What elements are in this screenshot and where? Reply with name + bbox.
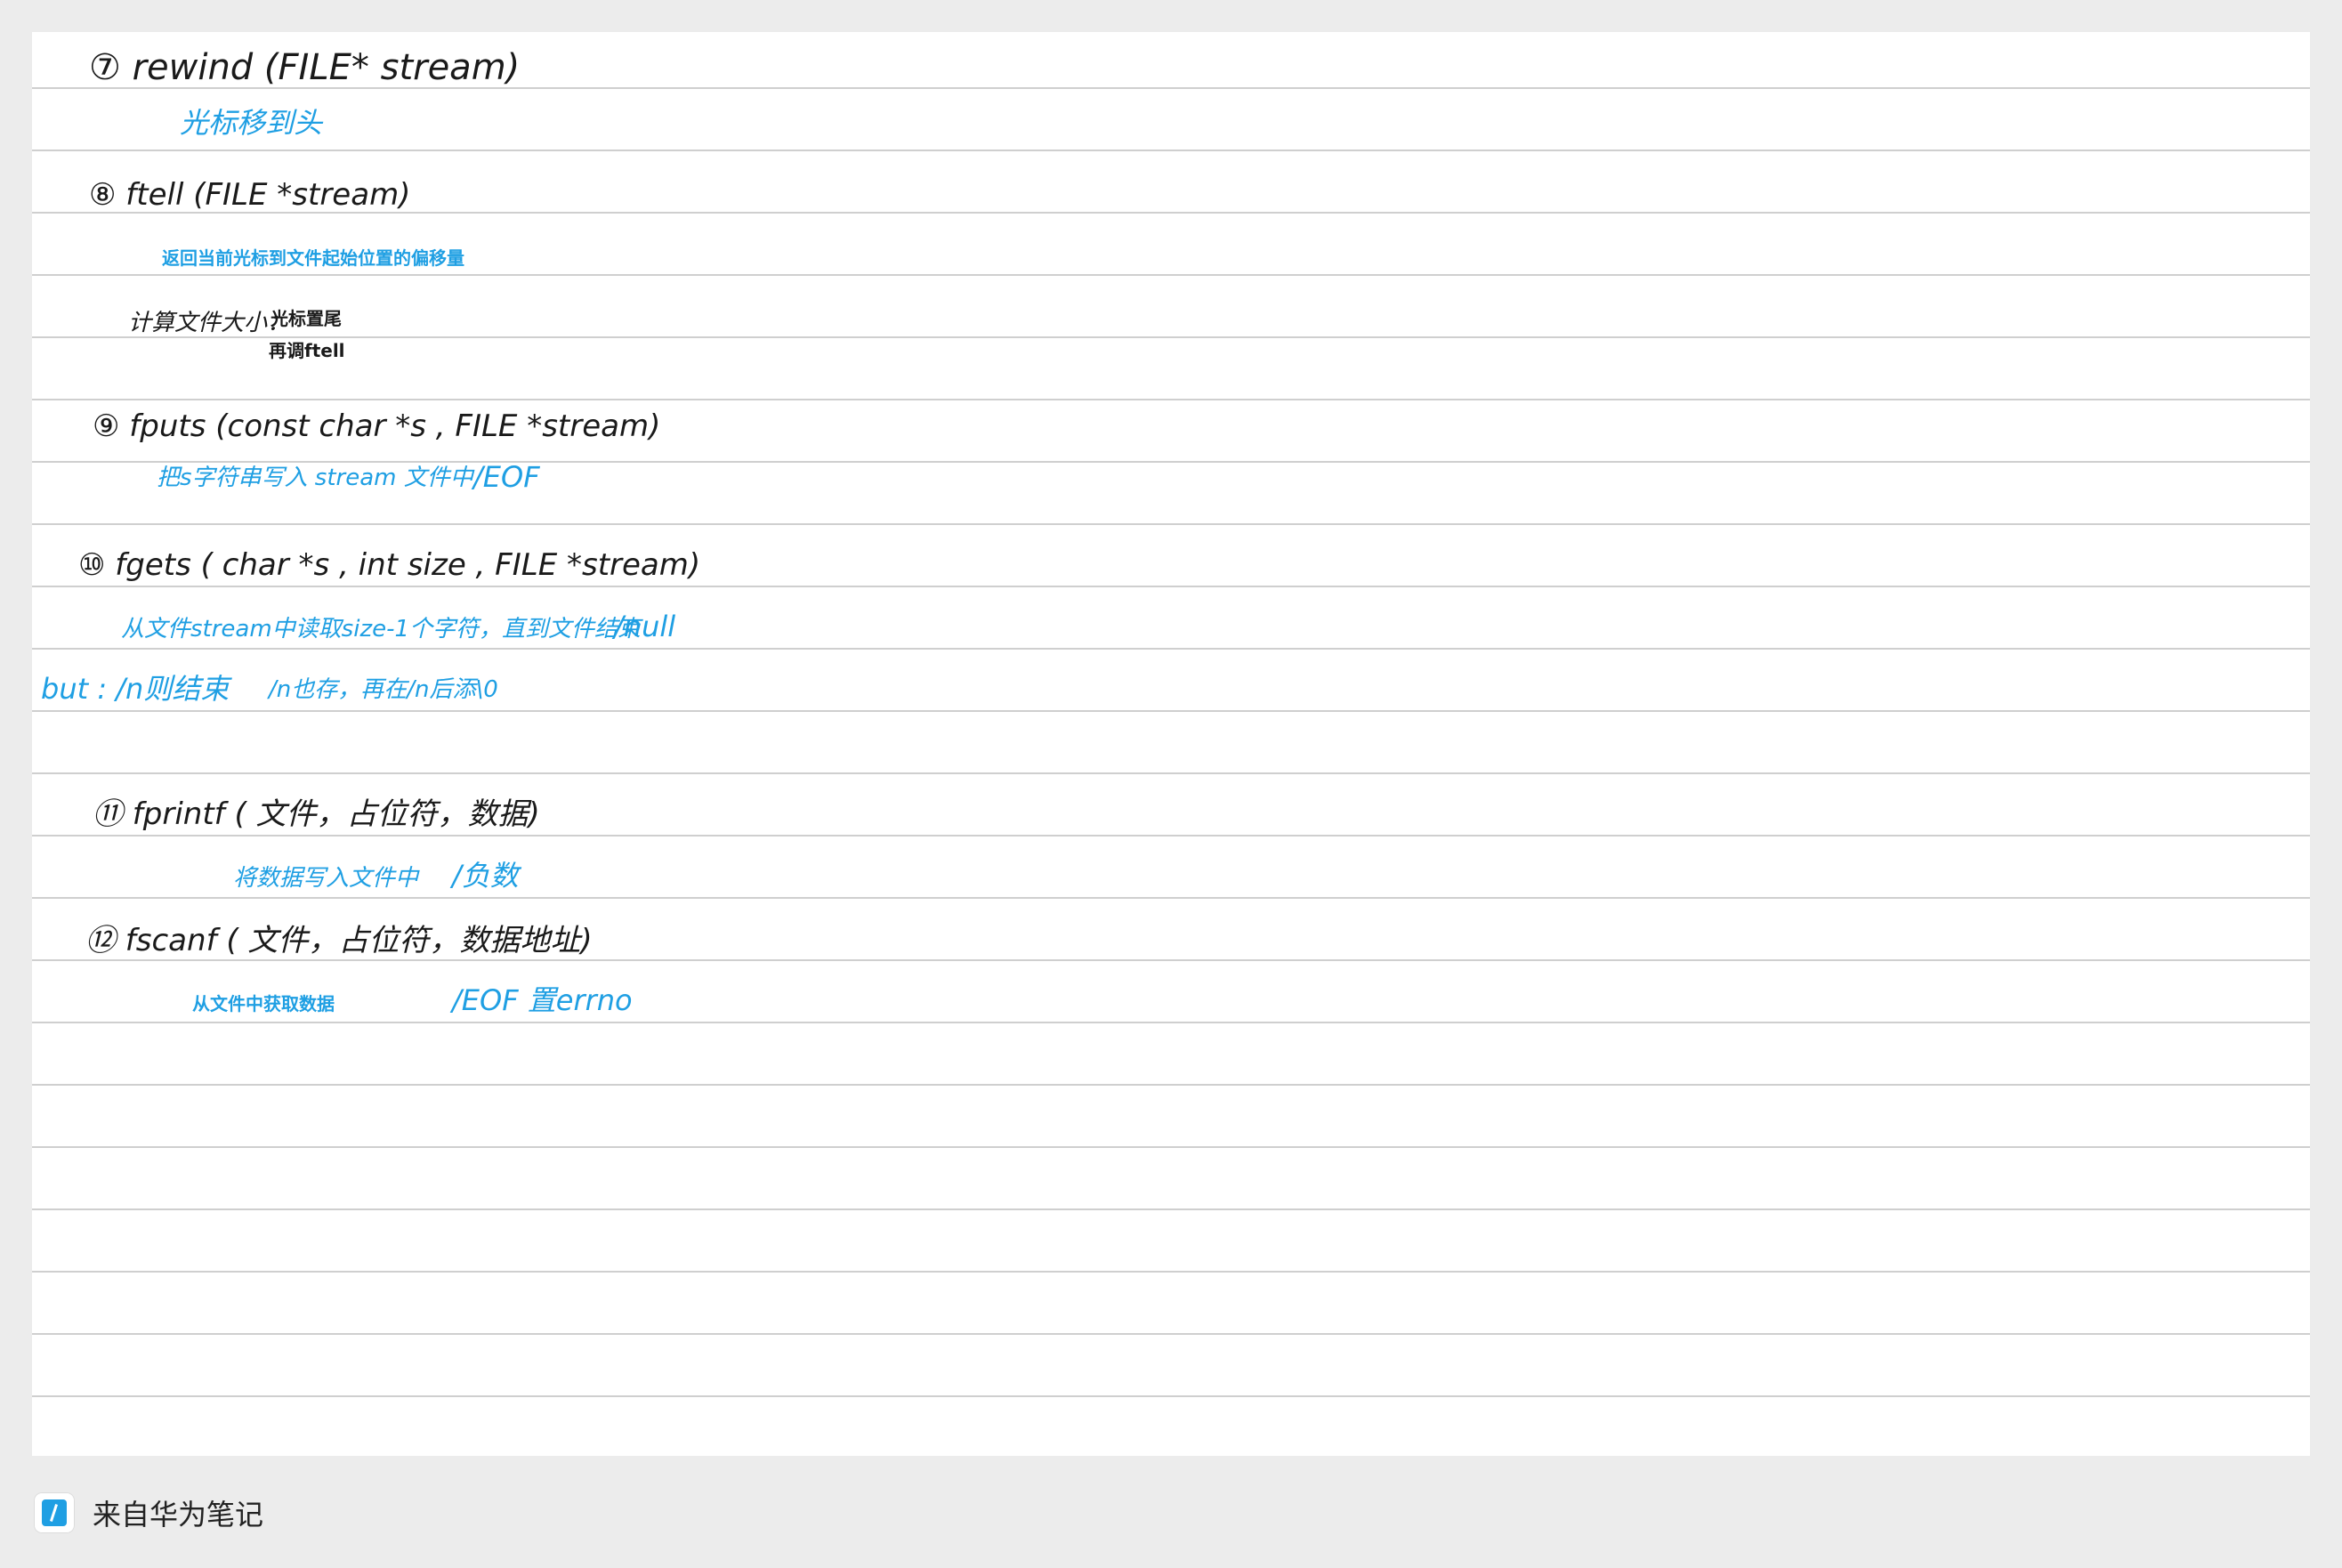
item8-extra-label: 计算文件大小：	[128, 310, 291, 336]
ruled-line	[32, 1146, 2310, 1148]
item11-title: ⑪ fprintf ( 文件，占位符，数据)	[93, 796, 540, 832]
item9-return: /EOF	[473, 460, 540, 494]
item8-extra-line2: 再调ftell	[269, 340, 345, 361]
item8-title: ⑧ ftell (FILE *stream)	[89, 177, 411, 213]
ruled-line	[32, 1271, 2310, 1273]
item9-title: ⑨ fputs (const char *s , FILE *stream)	[93, 408, 661, 444]
ruled-line	[32, 274, 2310, 276]
item12-title: ⑫ fscanf ( 文件，占位符，数据地址)	[85, 923, 593, 958]
ruled-line	[32, 959, 2310, 961]
item12-return: /EOF 置errno	[452, 983, 633, 1017]
ruled-line	[32, 1084, 2310, 1086]
ruled-line	[32, 1022, 2310, 1023]
item8-desc: 返回当前光标到文件起始位置的偏移量	[162, 247, 464, 269]
ruled-line	[32, 150, 2310, 151]
note-page: ⑦ rewind (FILE* stream) 光标移到头 ⑧ ftell (F…	[32, 32, 2310, 1456]
ruled-line	[32, 1208, 2310, 1210]
item11-desc: 将数据写入文件中	[233, 865, 419, 892]
ruled-line	[32, 648, 2310, 650]
item8-extra-line1: 光标置尾	[271, 308, 342, 329]
item10-desc: 从文件stream中读取size-1个字符，直到文件结束	[121, 616, 642, 643]
footer: 来自华为笔记	[34, 1491, 263, 1534]
footer-text: 来自华为笔记	[93, 1498, 264, 1532]
ruled-line	[32, 523, 2310, 525]
item12-desc: 从文件中获取数据	[192, 993, 335, 1014]
ruled-line	[32, 710, 2310, 712]
item7-title: ⑦ rewind (FILE* stream)	[89, 47, 521, 88]
ruled-line	[32, 897, 2310, 899]
item7-desc: 光标移到头	[180, 106, 323, 140]
ruled-line	[32, 1333, 2310, 1335]
item11-return: /负数	[452, 859, 519, 893]
item10-return: /null	[614, 610, 676, 643]
ruled-line	[32, 772, 2310, 774]
item10-note-a: but : /n则结束	[41, 672, 230, 706]
ruled-line	[32, 336, 2310, 338]
ruled-line	[32, 1395, 2310, 1397]
item10-note-b: /n也存，再在/n后添\0	[269, 676, 498, 703]
ruled-line	[32, 399, 2310, 400]
item10-title: ⑩ fgets ( char *s , int size , FILE *str…	[78, 547, 701, 583]
item9-desc: 把s字符串写入 stream 文件中	[157, 465, 473, 491]
huawei-notes-icon	[34, 1492, 75, 1533]
ruled-line	[32, 586, 2310, 587]
ruled-line	[32, 835, 2310, 837]
ruled-line	[32, 461, 2310, 463]
